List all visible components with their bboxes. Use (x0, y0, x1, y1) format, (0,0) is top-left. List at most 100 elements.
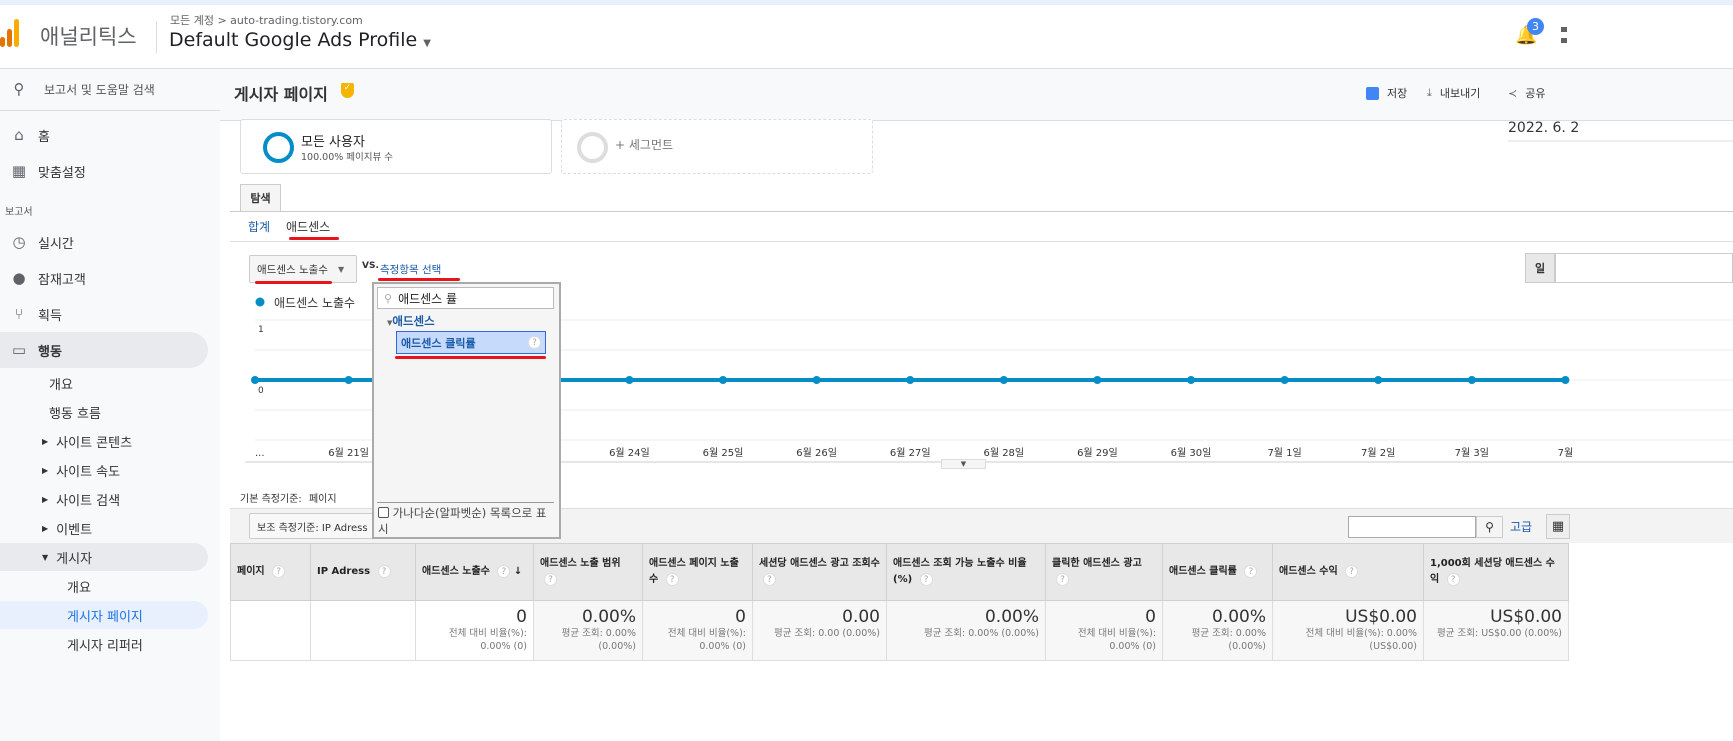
chart-collapse-toggle[interactable]: ▼ (941, 459, 986, 469)
help-icon[interactable]: ? (919, 572, 933, 586)
help-icon[interactable]: ? (497, 564, 511, 578)
tab-explorer[interactable]: 탐색 (240, 184, 281, 212)
sidebar-sub-site-speed[interactable]: ▶ 사이트 속도 (0, 456, 208, 484)
add-segment[interactable]: + 세그먼트 (561, 119, 873, 174)
sidebar-sub-events[interactable]: ▶ 이벤트 (0, 514, 208, 542)
x-tick-label: 7월 3일 (1455, 447, 1489, 459)
column-header[interactable]: 애드센스 노출 범위 ? (533, 543, 643, 601)
column-label: 애드센스 노출수 (422, 566, 490, 577)
share-button[interactable]: ≺ 공유 (1508, 85, 1545, 101)
column-header[interactable]: 1,000회 세션당 애드센스 수익 ? (1423, 543, 1569, 601)
share-icon: ≺ (1508, 86, 1518, 100)
help-icon[interactable]: ? (1056, 572, 1069, 586)
help-icon[interactable]: ? (544, 572, 557, 586)
label: 애드센스 클릭률 (401, 337, 476, 350)
data-point (344, 376, 353, 384)
label: 획득 (38, 308, 62, 324)
column-header[interactable]: 애드센스 클릭률 ? (1162, 543, 1273, 601)
search-icon[interactable]: ⚲ (1476, 516, 1503, 538)
sidebar-item-home[interactable]: ⌂ 홈 (0, 117, 208, 153)
primary-dimension-value[interactable]: 페이지 (309, 494, 337, 505)
segment-sub: 100.00% 페이지뷰 수 (301, 152, 394, 163)
save-icon (1366, 86, 1379, 100)
page-title: 게시자 페이지 (234, 85, 328, 104)
metric-search-input[interactable]: ⚲ 애드센스 률 (377, 287, 554, 309)
acquisition-icon: ⑂ (14, 305, 24, 323)
grid-view-icon[interactable]: ▦ (1546, 514, 1570, 539)
sidebar-sub-publisher-referrers[interactable]: 게시자 리퍼러 (0, 630, 208, 658)
total-cell: 0.00% 평균 조회: 0.00% (0.00%) (886, 600, 1046, 661)
export-button[interactable]: ⤓ 내보내기 (1427, 85, 1480, 101)
advanced-link[interactable]: 고급 (1510, 518, 1532, 535)
breadcrumb[interactable]: 모든 계정 > auto-trading.tistory.com (170, 12, 363, 28)
label: 맞춤설정 (38, 165, 86, 181)
total-sub: 전체 대비 비율(%): 0.00% (US$0.00) (1305, 628, 1417, 652)
checkbox[interactable] (378, 507, 389, 518)
y-tick-label: 1 (258, 325, 264, 335)
help-icon[interactable]: ? (1345, 564, 1359, 578)
total-sub: 평균 조회: US$0.00 (0.00%) (1437, 628, 1562, 639)
view-selector[interactable]: Default Google Ads Profile ▼ (169, 29, 431, 51)
report-search[interactable]: ⚲ 보고서 및 도움말 검색 (0, 71, 208, 107)
sort-desc-icon[interactable]: ↓ (510, 566, 522, 577)
column-header[interactable]: 애드센스 수익 ? (1272, 543, 1424, 601)
select-metric-link[interactable]: 측정항목 선택 (380, 262, 441, 277)
save-button[interactable]: 저장 (1366, 85, 1407, 101)
x-tick-label: 7월 2일 (1361, 447, 1395, 459)
date-range-picker[interactable]: 2022. 6. 2 (1508, 120, 1733, 142)
column-header[interactable]: IP Adress ? (310, 543, 416, 601)
sidebar-sub-site-content[interactable]: ▶ 사이트 콘텐츠 (0, 427, 208, 455)
alphabetical-checkbox[interactable]: 가나다순(알파벳순) 목록으로 표시 (378, 505, 556, 537)
help-icon[interactable]: ? (1446, 572, 1460, 586)
sidebar-item-customize[interactable]: ▦ 맞춤설정 (0, 153, 208, 189)
help-icon[interactable]: ? (272, 564, 286, 578)
sidebar-sub-site-search[interactable]: ▶ 사이트 검색 (0, 485, 208, 513)
search-icon: ⚲ (13, 80, 25, 98)
sidebar-sub-publisher-overview[interactable]: 개요 (0, 572, 208, 600)
annotation-underline (289, 237, 339, 240)
help-icon[interactable]: ? (377, 564, 391, 578)
apps-icon[interactable] (1561, 27, 1567, 43)
data-point (1561, 376, 1570, 384)
segment-all-users[interactable]: 모든 사용자 100.00% 페이지뷰 수 (240, 119, 552, 174)
column-header[interactable]: 클릭한 애드센스 광고 ? (1045, 543, 1163, 601)
help-icon[interactable]: ? (763, 572, 776, 586)
notification-badge: 3 (1527, 18, 1544, 35)
column-header[interactable]: 애드센스 노출수 ? ↓ (415, 543, 534, 601)
clock-icon: ◷ (12, 233, 26, 251)
help-icon[interactable]: ? (528, 336, 541, 349)
help-icon[interactable]: ? (665, 572, 679, 586)
metric-group-adsense[interactable]: ▼애드센스 (387, 313, 435, 329)
x-tick-label: 6월 26일 (796, 447, 837, 459)
sidebar-item-audience[interactable]: ● 잠재고객 (0, 260, 208, 296)
column-header[interactable]: 애드센스 조회 가능 노출수 비율(%) ? (886, 543, 1046, 601)
day-button[interactable]: 일 (1525, 253, 1555, 283)
column-header[interactable]: 세션당 애드센스 광고 조회수 ? (752, 543, 887, 601)
total-cell: 0 전체 대비 비율(%): 0.00% (0) (642, 600, 753, 661)
sidebar-item-behavior[interactable]: ▭ 행동 (0, 332, 208, 368)
sidebar-sub-publisher-pages[interactable]: 게시자 페이지 (0, 601, 208, 629)
caret-right-icon: ▶ (42, 465, 49, 475)
subtab-adsense[interactable]: 애드센스 (286, 218, 330, 235)
sidebar-item-acquisition[interactable]: ⑂ 획득 (0, 296, 208, 332)
column-header[interactable]: 페이지 ? (230, 543, 311, 601)
column-header[interactable]: 애드센스 페이지 노출수 ? (642, 543, 753, 601)
x-tick-label: 6월 30일 (1171, 447, 1212, 459)
label: 내보내기 (1439, 87, 1481, 100)
data-point (906, 376, 915, 384)
subtab-summary[interactable]: 합계 (248, 218, 270, 235)
sidebar-item-realtime[interactable]: ◷ 실시간 (0, 224, 208, 260)
sidebar-sub-flow[interactable]: 행동 흐름 (0, 398, 208, 426)
sidebar-sub-overview[interactable]: 개요 (0, 369, 208, 397)
column-label: 페이지 (237, 566, 265, 577)
metric-option-adsense-ctr[interactable]: 애드센스 클릭률? (396, 331, 546, 354)
x-tick-label: 7월 (1558, 447, 1574, 459)
metric-dropdown[interactable]: 애드센스 노출수 ▼ (249, 255, 357, 283)
week-button[interactable] (1555, 253, 1733, 283)
empty-cell (310, 600, 416, 661)
secondary-dimension-dropdown[interactable]: 보조 측정기준: IP Adress (249, 513, 389, 539)
verified-shield-icon: ✓ (341, 83, 354, 98)
help-icon[interactable]: ? (1244, 564, 1258, 578)
table-search-input[interactable] (1348, 516, 1476, 538)
sidebar-sub-publisher[interactable]: ▼ 게시자 (0, 543, 208, 571)
